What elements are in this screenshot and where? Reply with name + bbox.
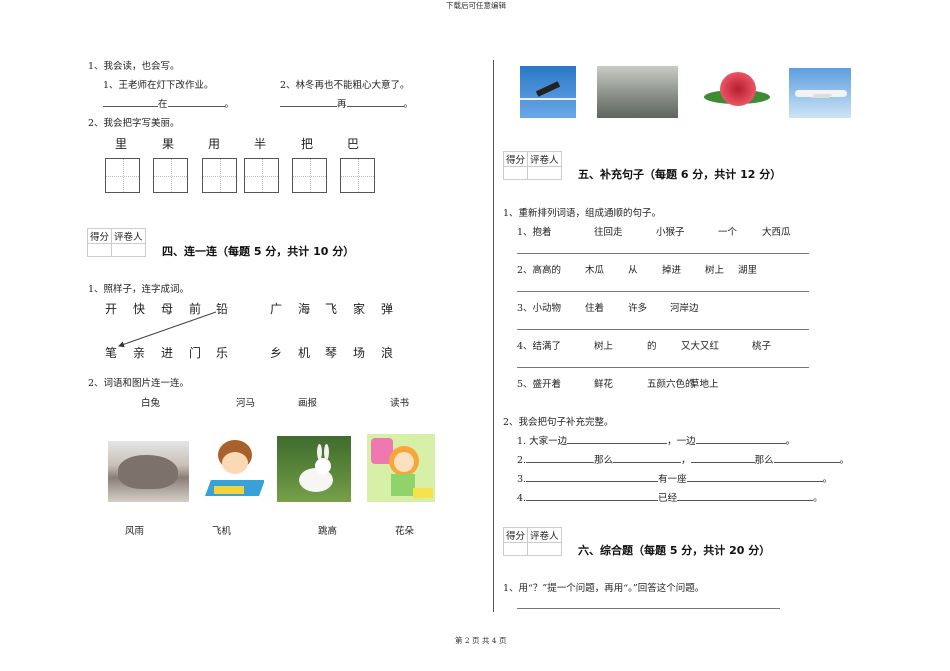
word-chip: 河岸边 xyxy=(670,303,699,314)
word-chip: 掉进 xyxy=(662,265,682,276)
word-chip: 3、小动物 xyxy=(517,303,562,314)
word-chip: 2、高高的 xyxy=(517,265,562,276)
word-chip: 桃子 xyxy=(752,341,772,352)
question-reorder: 1、重新排列词语，组成通顺的句子。 xyxy=(503,208,662,219)
word-label: 画报 xyxy=(298,398,318,409)
grader-cell[interactable] xyxy=(527,542,562,556)
word-chip: 大西瓜 xyxy=(762,227,791,238)
grader-label: 评卷人 xyxy=(527,527,562,543)
section-5-title: 五、补充句子（每题 6 分，共计 12 分） xyxy=(578,168,782,181)
high-jump-image[interactable] xyxy=(520,66,576,118)
word-label: 白兔 xyxy=(141,398,161,409)
word-chip: 从 xyxy=(628,265,638,276)
word-chip: 1、抱着 xyxy=(517,227,552,238)
word-label: 花朵 xyxy=(395,526,415,537)
child-reading-image[interactable] xyxy=(204,436,264,502)
answer-line[interactable] xyxy=(517,608,780,609)
word-chip: 又大又红 xyxy=(681,341,720,352)
answer-line[interactable] xyxy=(517,291,809,292)
picture-book-image[interactable] xyxy=(367,434,435,502)
word-chip: 的 xyxy=(647,341,657,352)
word-chip: 五颜六色的 xyxy=(647,379,695,390)
answer-line[interactable] xyxy=(517,329,809,330)
word-chip: 树上 xyxy=(705,265,725,276)
score-cell[interactable] xyxy=(502,542,529,556)
word-chip: 往回走 xyxy=(594,227,623,238)
question-ask-answer: 1、用“？”提一个问题，再用“。”回答这个问题。 xyxy=(503,583,705,594)
word-chip: 小猴子 xyxy=(656,227,685,238)
score-table: 得分 评卷人 xyxy=(502,527,562,556)
word-chip: 住着 xyxy=(585,303,605,314)
score-label: 得分 xyxy=(502,151,529,167)
word-label: 风雨 xyxy=(125,526,145,537)
word-chip: 树上 xyxy=(594,341,614,352)
complete-line-3[interactable]: 3. 有一座。 xyxy=(517,471,832,485)
word-chip: 5、盛开着 xyxy=(517,379,562,390)
word-chip: 鲜花 xyxy=(594,379,614,390)
word-label: 河马 xyxy=(236,398,256,409)
question-match-pictures: 2、词语和图片连一连。 xyxy=(88,378,190,389)
word-chip: 4、结满了 xyxy=(517,341,562,352)
word-chip: 木瓜 xyxy=(585,265,605,276)
complete-line-4[interactable]: 4. 已经。 xyxy=(517,490,823,504)
word-label: 跳高 xyxy=(318,526,338,537)
grader-label: 评卷人 xyxy=(527,151,562,167)
section-6-title: 六、综合题（每题 5 分，共计 20 分） xyxy=(578,544,771,557)
rose-image[interactable] xyxy=(700,68,776,118)
word-chip: 湖里 xyxy=(738,265,758,276)
score-table: 得分 评卷人 xyxy=(502,151,562,180)
rabbit-image[interactable] xyxy=(277,436,351,502)
answer-line[interactable] xyxy=(517,253,809,254)
hippo-image[interactable] xyxy=(108,441,189,502)
page-footer: 第 2 页 共 4 页 xyxy=(455,636,507,645)
score-label: 得分 xyxy=(502,527,529,543)
answer-line[interactable] xyxy=(517,367,809,368)
score-cell[interactable] xyxy=(502,166,529,180)
question-complete: 2、我会把句子补充完整。 xyxy=(503,417,614,428)
word-chip: 一个 xyxy=(718,227,738,238)
column-divider xyxy=(493,60,494,612)
grader-cell[interactable] xyxy=(527,166,562,180)
word-label: 读书 xyxy=(390,398,410,409)
rainstorm-image[interactable] xyxy=(597,66,678,118)
word-chip: 许多 xyxy=(628,303,648,314)
word-chip: 草地上 xyxy=(690,379,719,390)
complete-line-1[interactable]: 1. 大家一边 ，一边。 xyxy=(517,433,795,447)
exam-page: 下载后可任意编辑 1、我会读，也会写。 1、王老师在灯下改作业。 2、林冬再也不… xyxy=(0,0,950,671)
airplane-image[interactable] xyxy=(789,68,851,118)
word-label: 飞机 xyxy=(212,526,232,537)
complete-line-2[interactable]: 2. 那么，那么。 xyxy=(517,452,849,466)
